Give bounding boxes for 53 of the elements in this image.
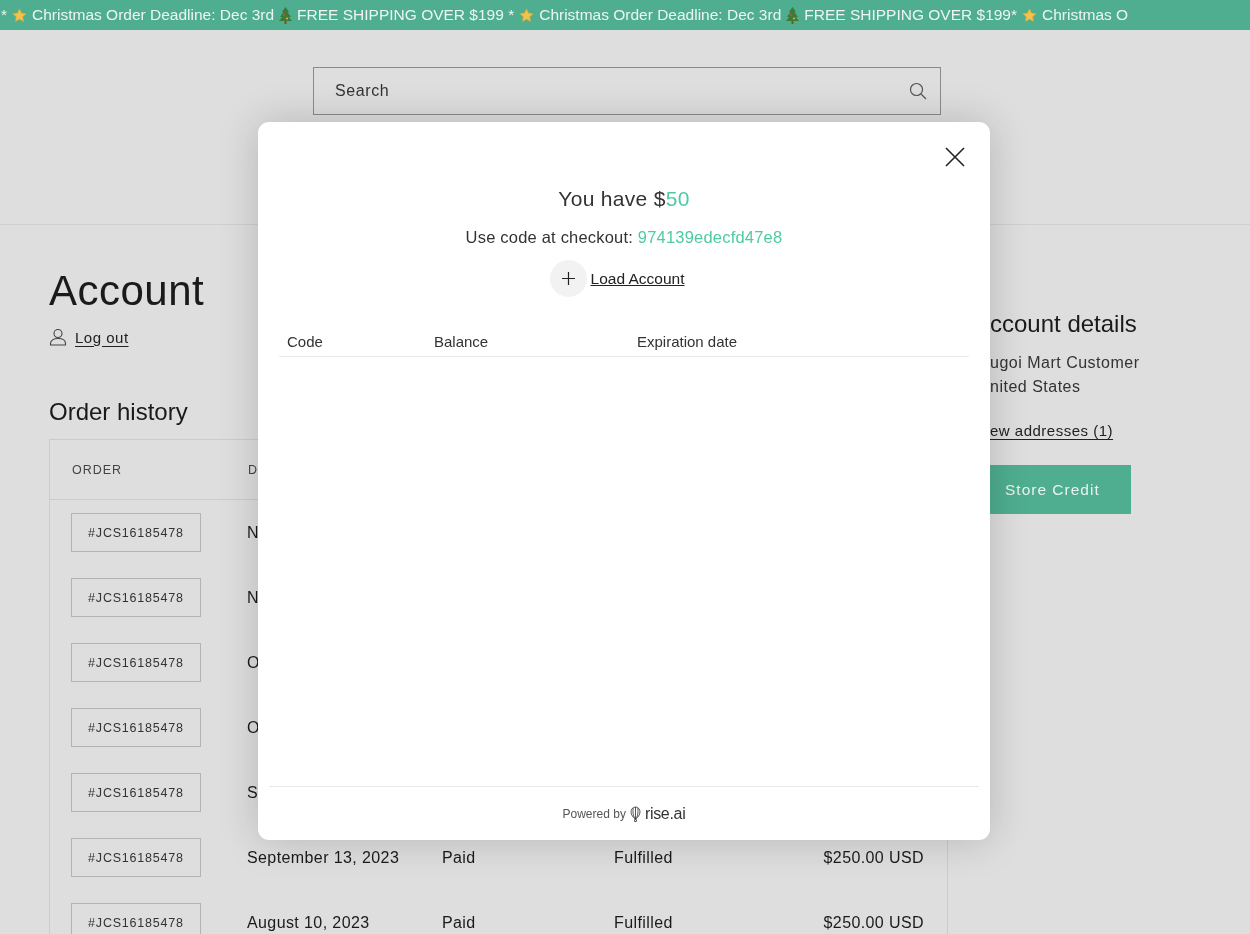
- user-icon: [49, 328, 67, 346]
- announcement-text: FREE SHIPPING OVER $199*: [804, 6, 1018, 24]
- order-number-button[interactable]: #JCS16185478: [71, 513, 201, 552]
- brand-logo-text: rise.ai: [644, 804, 686, 823]
- order-number-button[interactable]: #JCS16185478: [71, 578, 201, 617]
- order-number-button[interactable]: #JCS16185478: [71, 838, 201, 877]
- address-line: ugoi Mart Customer: [990, 353, 1141, 373]
- close-button[interactable]: [944, 146, 966, 168]
- tree-icon: [279, 6, 293, 24]
- table-cell-text: September 13, 2023: [247, 848, 401, 867]
- page-title: Account: [49, 268, 205, 314]
- tree-icon: [786, 6, 800, 24]
- balloon-icon: [629, 805, 641, 822]
- close-icon: [944, 146, 966, 168]
- order-number-button[interactable]: #JCS16185478: [71, 708, 201, 747]
- order-number-button[interactable]: #JCS16185478: [71, 643, 201, 682]
- announcement-text: FREE SHIPPING OVER $199 *: [297, 6, 515, 24]
- section-title: ccount details: [990, 309, 1138, 339]
- search-field[interactable]: Search: [313, 67, 941, 115]
- order-number-button[interactable]: #JCS16185478: [71, 773, 201, 812]
- table-cell-text: Fulfilled: [614, 848, 674, 867]
- column-header: Balance: [434, 332, 490, 350]
- address-line: nited States: [990, 377, 1082, 397]
- balance-text: You have $50: [558, 186, 690, 212]
- table-cell-text: $250.00 USD: [822, 848, 925, 867]
- table-cell-text: Paid: [442, 913, 477, 932]
- powered-by-text: Powered by: [562, 806, 626, 821]
- column-header: ORDER: [72, 462, 124, 477]
- column-header: Expiration date: [637, 332, 739, 350]
- load-account-link[interactable]: Load Account: [590, 269, 685, 288]
- checkout-code-text: Use code at checkout: 974139edecfd47e8: [465, 227, 783, 248]
- star-icon: [519, 7, 535, 23]
- table-cell-text: August 10, 2023: [247, 913, 371, 932]
- column-header: D: [248, 462, 260, 477]
- announcement-text: *: [1, 6, 8, 24]
- addresses-link[interactable]: ew addresses (1): [990, 422, 1114, 439]
- announcement-text: Christmas O: [1042, 6, 1129, 24]
- table-cell-text: Paid: [442, 848, 477, 867]
- table-cell-text: Fulfilled: [614, 913, 674, 932]
- table-cell-text: N: [247, 588, 260, 607]
- section-title: Order history: [49, 397, 188, 427]
- announcement-text: Christmas Order Deadline: Dec 3rd: [539, 6, 782, 24]
- column-header: Code: [287, 332, 324, 350]
- table-cell-text: N: [247, 523, 260, 542]
- logout-link[interactable]: Log out: [75, 328, 129, 346]
- table-cell-text: $250.00 USD: [822, 913, 925, 932]
- plus-icon: [561, 272, 575, 285]
- star-icon: [1022, 7, 1038, 23]
- order-number-button[interactable]: #JCS16185478: [71, 903, 201, 934]
- announcement-text: Christmas Order Deadline: Dec 3rd: [32, 6, 275, 24]
- star-icon: [12, 7, 28, 23]
- table-cell-text: S: [247, 783, 260, 802]
- search-icon[interactable]: [909, 82, 927, 100]
